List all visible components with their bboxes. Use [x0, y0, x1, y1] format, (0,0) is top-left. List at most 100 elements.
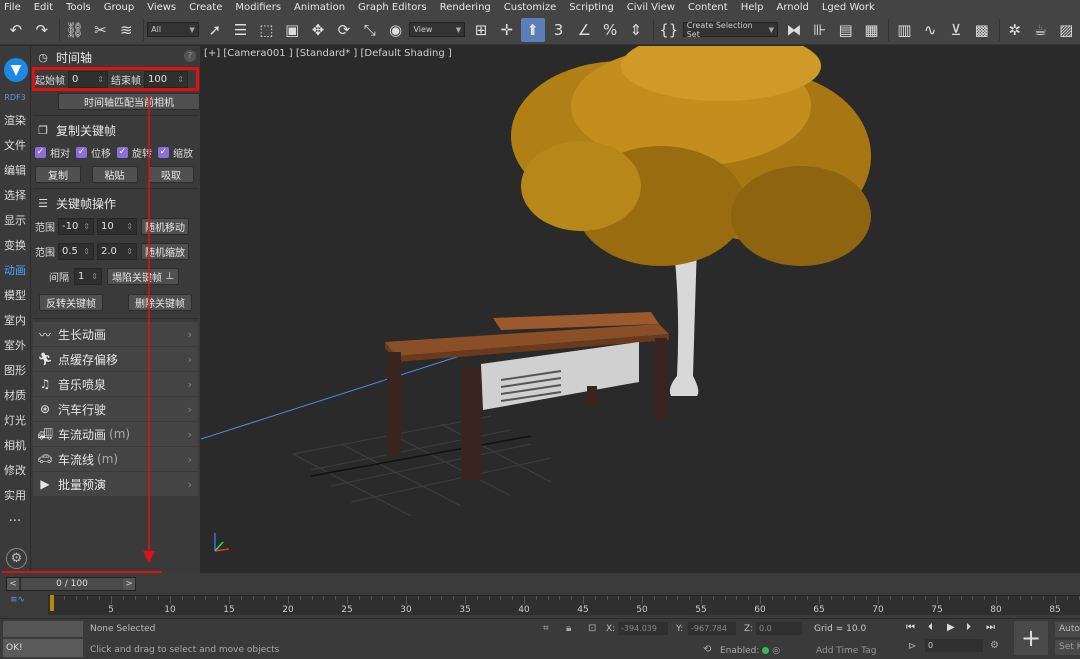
section-3[interactable]: ⊛ 汽车行驶 ›	[33, 397, 198, 421]
maxscript-listener-mini[interactable]	[3, 621, 83, 637]
camera-viewport[interactable]: [+] [Camera001 ] [Standard* ] [Default S…	[201, 46, 1080, 573]
menu-group[interactable]: Group	[104, 0, 134, 15]
time-configuration-icon[interactable]: ⚙	[990, 640, 999, 651]
scale-max-spinner[interactable]: 2.0 ⇕	[97, 243, 137, 260]
lock-icon[interactable]: 🔒︎	[566, 623, 571, 634]
window-crossing-icon[interactable]: ▣	[280, 18, 304, 42]
named-selection-dropdown[interactable]: Create Selection Set ▼	[682, 21, 779, 39]
key-ops-section-header[interactable]: ☰ 关键帧操作	[31, 192, 200, 214]
spinner-arrows-icon[interactable]: ⇕	[83, 247, 90, 256]
nav-item-9[interactable]: 室外	[0, 333, 30, 358]
rectangular-selection-icon[interactable]: ⬚	[254, 18, 278, 42]
absolute-mode-icon[interactable]: ⊡	[588, 623, 596, 634]
menu-civil-view[interactable]: Civil View	[627, 0, 675, 15]
nav-item-4[interactable]: 显示	[0, 208, 30, 233]
toggle-layer-explorer-icon[interactable]: ▦	[860, 18, 884, 42]
curve-editor-icon[interactable]: ▥	[892, 18, 916, 42]
maxscript-output[interactable]: OK!	[3, 639, 83, 657]
timeline-section-header[interactable]: ◷ 时间轴	[31, 46, 200, 68]
copy-option-checkbox[interactable]: ✓ 相对	[35, 145, 70, 160]
set-key-button[interactable]: Set K	[1055, 640, 1080, 655]
play-icon[interactable]: ▶	[947, 622, 955, 633]
link-icon[interactable]: ⛓	[63, 18, 87, 42]
copy-keys-section-header[interactable]: ❐ 复制关键帧	[31, 119, 200, 141]
select-and-move-icon[interactable]: ✥	[306, 18, 330, 42]
nav-item-6[interactable]: 动画	[0, 258, 30, 283]
menu-edit[interactable]: Edit	[34, 0, 53, 15]
move-max-spinner[interactable]: 10 ⇕	[97, 218, 137, 235]
undo-icon[interactable]: ↶	[4, 18, 28, 42]
previous-frame-icon[interactable]: ⏴	[928, 622, 933, 633]
paste-button[interactable]: 粘贴	[91, 165, 138, 183]
move-min-spinner[interactable]: -10 ⇕	[58, 218, 94, 235]
prev-frame-button[interactable]: <	[7, 578, 19, 590]
reverse-keys-button[interactable]: 反转关键帧	[39, 293, 103, 311]
menu-create[interactable]: Create	[189, 0, 222, 15]
redo-icon[interactable]: ↷	[30, 18, 54, 42]
section-6[interactable]: ▶ 批量预演 ›	[33, 472, 198, 496]
auto-key-button[interactable]: Auto	[1055, 622, 1080, 637]
spinner-arrows-icon[interactable]: ⇕	[126, 247, 133, 256]
material-editor-icon[interactable]: ⊻	[944, 18, 968, 42]
select-object-icon[interactable]: ➚	[203, 18, 227, 42]
snaps-toggle-icon[interactable]: 3	[547, 18, 571, 42]
angle-snap-icon[interactable]: ∠	[572, 18, 596, 42]
menu-tools[interactable]: Tools	[66, 0, 91, 15]
select-by-name-icon[interactable]: ☰	[229, 18, 253, 42]
menu-animation[interactable]: Animation	[294, 0, 345, 15]
nav-item-1[interactable]: 文件	[0, 133, 30, 158]
menu-file[interactable]: File	[4, 0, 21, 15]
delete-keys-button[interactable]: 删除关键帧	[128, 293, 192, 311]
select-and-rotate-icon[interactable]: ⟳	[332, 18, 356, 42]
schematic-view-icon[interactable]: ∿	[918, 18, 942, 42]
percent-snap-icon[interactable]: %	[598, 18, 622, 42]
adaptive-degradation-icon[interactable]: ⟲	[703, 644, 711, 655]
bind-space-warp-icon[interactable]: ≋	[114, 18, 138, 42]
rendered-frame-window-icon[interactable]: ✲	[1003, 18, 1027, 42]
nav-item-14[interactable]: 修改	[0, 458, 30, 483]
plugin-logo-icon[interactable]: ▼	[4, 58, 28, 82]
render-production-icon[interactable]: ☕	[1029, 18, 1053, 42]
go-to-end-icon[interactable]: ⏭	[986, 622, 995, 633]
menu-rendering[interactable]: Rendering	[440, 0, 491, 15]
menu-arnold[interactable]: Arnold	[777, 0, 809, 15]
x-coord-field[interactable]: -394.039	[618, 622, 668, 635]
menu-content[interactable]: Content	[688, 0, 728, 15]
edit-named-selection-icon[interactable]: {}	[657, 18, 681, 42]
go-to-start-icon[interactable]: ⏮	[906, 622, 915, 633]
nav-item-10[interactable]: 图形	[0, 358, 30, 383]
menu-graph-editors[interactable]: Graph Editors	[358, 0, 427, 15]
time-cursor[interactable]	[50, 595, 54, 611]
gear-icon[interactable]: ⚙	[6, 548, 27, 569]
reference-coordinate-dropdown[interactable]: View ▼	[409, 22, 466, 37]
select-manipulate-icon[interactable]: ⬆	[520, 17, 545, 42]
section-2[interactable]: ♫ 音乐喷泉 ›	[33, 372, 198, 396]
section-0[interactable]: 〰生长动画 ›	[33, 322, 198, 346]
next-frame-button[interactable]: >	[123, 578, 135, 590]
time-slider[interactable]: < 0 / 100 >	[6, 577, 136, 591]
isolate-selection-icon[interactable]: ⌗	[543, 623, 549, 634]
add-key-icon[interactable]: +	[1014, 621, 1048, 655]
time-tag-enabled[interactable]: Enabled: ◎	[720, 646, 780, 656]
section-5[interactable]: 🚗︎ 车流线 (m) ›	[33, 447, 198, 471]
unlink-icon[interactable]: ✂	[88, 18, 112, 42]
help-icon[interactable]: ?	[184, 50, 196, 62]
timeline-track[interactable]: 5 10 15 20 25 30 35 40 45 50 55 60 65 70 75 80 85	[48, 595, 1080, 615]
spinner-snap-icon[interactable]: ⇕	[624, 18, 648, 42]
nav-item-8[interactable]: 室内	[0, 308, 30, 333]
select-and-scale-icon[interactable]: ⤡	[358, 18, 382, 42]
section-1[interactable]: 🏃︎ 点缓存偏移 ›	[33, 347, 198, 371]
copy-option-checkbox[interactable]: ✓ 位移	[76, 145, 111, 160]
nav-item-2[interactable]: 编辑	[0, 158, 30, 183]
menu-lged-work[interactable]: Lged Work	[822, 0, 875, 15]
add-time-tag[interactable]: Add Time Tag	[816, 646, 876, 656]
pivot-center-icon[interactable]: ⊞	[469, 18, 493, 42]
match-camera-button[interactable]: 时间轴匹配当前相机	[58, 92, 200, 110]
menu-views[interactable]: Views	[147, 0, 176, 15]
menu-modifiers[interactable]: Modifiers	[235, 0, 281, 15]
nav-item-12[interactable]: 灯光	[0, 408, 30, 433]
key-mode-toggle-icon[interactable]: ⊳	[908, 641, 916, 652]
place-icon[interactable]: ◉	[384, 18, 408, 42]
current-frame-field[interactable]: 0	[925, 639, 983, 652]
time-slider-thumb[interactable]: 0 / 100	[21, 578, 123, 590]
